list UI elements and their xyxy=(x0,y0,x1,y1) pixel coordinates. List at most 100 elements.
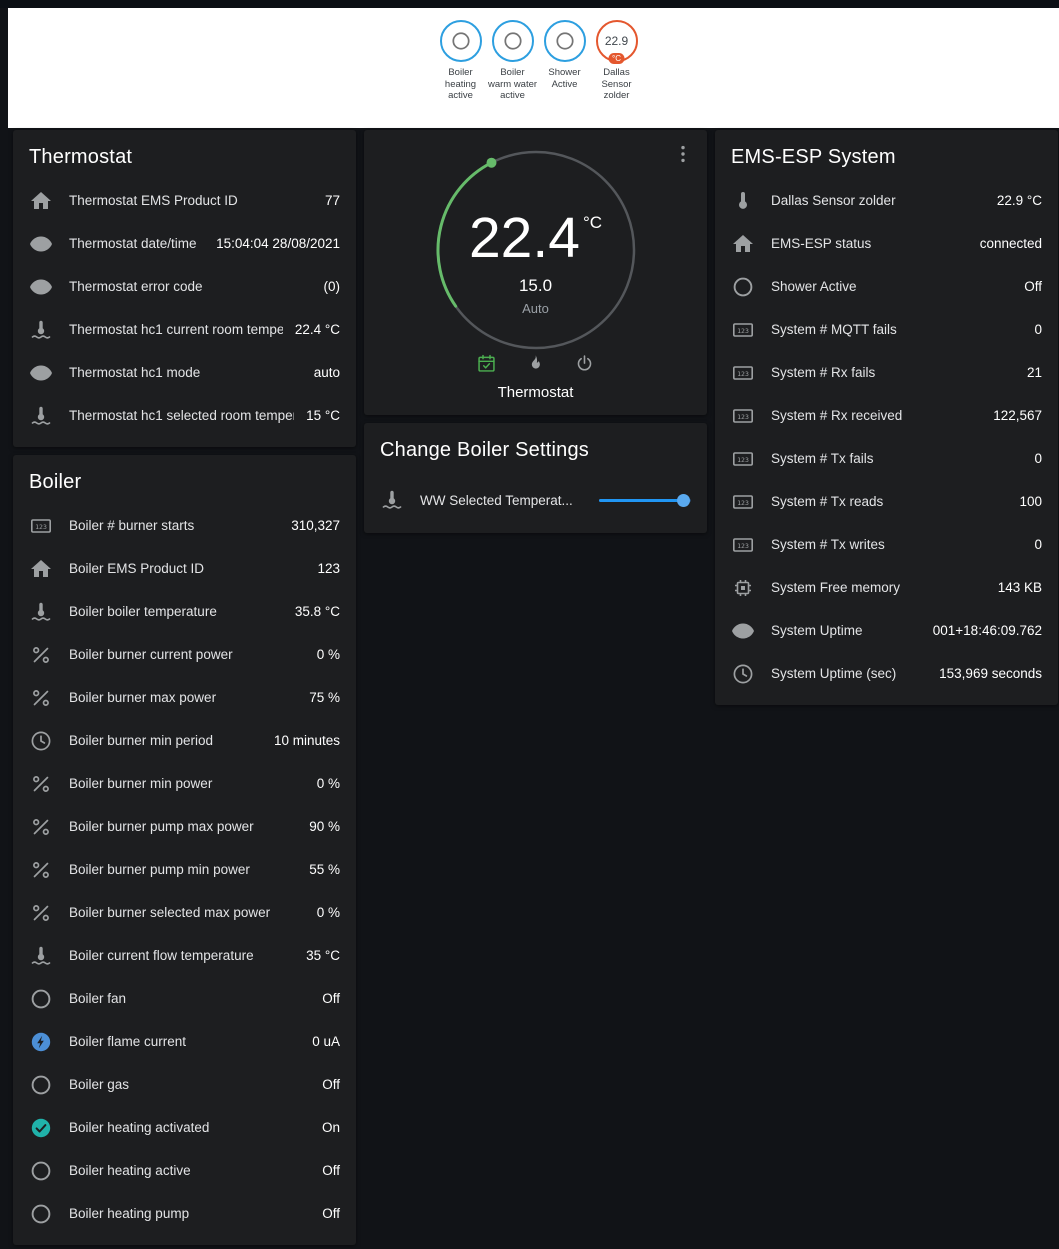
entity-row[interactable]: Shower ActiveOff xyxy=(715,265,1058,308)
entity-row[interactable]: Thermostat hc1 current room temper...22.… xyxy=(13,308,356,351)
entity-row[interactable]: Boiler EMS Product ID123 xyxy=(13,547,356,590)
badge-shower-active[interactable]: Shower Active xyxy=(540,20,590,128)
entity-row[interactable]: Thermostat hc1 selected room temper...15… xyxy=(13,394,356,437)
entity-row[interactable]: System Uptime001+18:46:09.762 xyxy=(715,609,1058,652)
entity-value: 15:04:04 28/08/2021 xyxy=(216,236,340,251)
entity-row[interactable]: Boiler gasOff xyxy=(13,1063,356,1106)
entity-value: Off xyxy=(322,1163,340,1178)
entity-row[interactable]: Boiler fanOff xyxy=(13,977,356,1020)
calendar-check-icon[interactable] xyxy=(476,353,497,374)
entity-value: 0 % xyxy=(317,647,340,662)
entity-row[interactable]: 123System # Rx received122,567 xyxy=(715,394,1058,437)
entity-label: System # Tx reads xyxy=(771,494,1007,509)
thermometer-water-icon xyxy=(29,944,53,968)
badge-dallas-sensor-zolder[interactable]: 22.9°CDallas Sensor zolder xyxy=(592,20,642,128)
entity-row[interactable]: System Uptime (sec) 153,969 seconds xyxy=(715,652,1058,695)
clock-icon xyxy=(731,662,755,686)
entity-row[interactable]: Boiler heating activatedOn xyxy=(13,1106,356,1149)
percent-icon xyxy=(29,686,53,710)
slider-fill xyxy=(599,499,684,502)
entity-label: Boiler fan xyxy=(69,991,310,1006)
top-strip xyxy=(0,0,1059,8)
entity-label: Boiler burner max power xyxy=(69,690,297,705)
ww-temperature-slider[interactable] xyxy=(599,493,691,507)
entity-label: EMS-ESP status xyxy=(771,236,968,251)
entity-rows: Dallas Sensor zolder22.9 °CEMS-ESP statu… xyxy=(715,179,1058,705)
percent-icon xyxy=(29,815,53,839)
entity-row[interactable]: Boiler heating pumpOff xyxy=(13,1192,356,1235)
circle-outline-icon xyxy=(554,30,576,52)
entity-row[interactable]: 123System # Tx writes0 xyxy=(715,523,1058,566)
entity-row[interactable]: 123System # Tx fails0 xyxy=(715,437,1058,480)
entity-value: 22.4 °C xyxy=(295,322,340,337)
entity-label: Boiler gas xyxy=(69,1077,310,1092)
entity-row[interactable]: System Free memory143 KB xyxy=(715,566,1058,609)
memory-icon xyxy=(731,576,755,600)
entity-value: 0 uA xyxy=(312,1034,340,1049)
entity-row[interactable]: Boiler burner pump min power55 % xyxy=(13,848,356,891)
entity-value: 123 xyxy=(317,561,340,576)
entity-label: Boiler heating pump xyxy=(69,1206,310,1221)
entity-row[interactable]: Dallas Sensor zolder22.9 °C xyxy=(715,179,1058,222)
entity-row[interactable]: 123System # Rx fails21 xyxy=(715,351,1058,394)
entity-row[interactable]: 123System # MQTT fails0 xyxy=(715,308,1058,351)
eye-icon xyxy=(29,232,53,256)
badge-boiler-warm-water-active[interactable]: Boiler warm water active xyxy=(488,20,538,128)
badge-row: Boiler heating activeBoiler warm water a… xyxy=(436,8,642,128)
entity-value: 122,567 xyxy=(993,408,1042,423)
slider-label: WW Selected Temperat... xyxy=(420,493,573,508)
entity-row[interactable]: Boiler heating active Off xyxy=(13,1149,356,1192)
entity-label: System # Tx writes xyxy=(771,537,1022,552)
entity-row[interactable]: Boiler burner min power0 % xyxy=(13,762,356,805)
entity-row[interactable]: Thermostat hc1 modeauto xyxy=(13,351,356,394)
entity-label: Boiler heating active xyxy=(69,1163,310,1178)
entity-row[interactable]: Boiler burner min period10 minutes xyxy=(13,719,356,762)
thermostat-entities-card: Thermostat Thermostat EMS Product ID77Th… xyxy=(13,130,356,447)
entity-rows: 123Boiler # burner starts310,327Boiler E… xyxy=(13,504,356,1245)
entity-label: Thermostat date/time xyxy=(69,236,204,251)
entity-row[interactable]: Boiler current flow temperature35 °C xyxy=(13,934,356,977)
entity-label: Boiler current flow temperature xyxy=(69,948,294,963)
entity-label: Boiler boiler temperature xyxy=(69,604,283,619)
percent-icon xyxy=(29,858,53,882)
entity-row[interactable]: 123Boiler # burner starts310,327 xyxy=(13,504,356,547)
home-icon xyxy=(29,189,53,213)
thermometer-water-icon xyxy=(29,318,53,342)
more-options-icon[interactable] xyxy=(671,142,695,166)
entity-value: 10 minutes xyxy=(274,733,340,748)
svg-text:123: 123 xyxy=(35,522,47,530)
entity-value: 21 xyxy=(1027,365,1042,380)
counter-icon: 123 xyxy=(29,514,53,538)
entity-row[interactable]: Boiler burner selected max power0 % xyxy=(13,891,356,934)
entity-label: Boiler burner current power xyxy=(69,647,305,662)
entity-row[interactable]: Boiler boiler temperature35.8 °C xyxy=(13,590,356,633)
entity-label: System Uptime (sec) xyxy=(771,666,927,681)
circle-outline-icon xyxy=(450,30,472,52)
entity-value: 55 % xyxy=(309,862,340,877)
circle-outline-icon xyxy=(731,275,755,299)
entity-value: 153,969 seconds xyxy=(939,666,1042,681)
thermostat-dial[interactable]: 22.4 °C 15.0 Auto xyxy=(430,144,642,356)
fire-icon[interactable] xyxy=(525,353,546,374)
entity-row[interactable]: Boiler burner current power 0 % xyxy=(13,633,356,676)
entity-value: 0 xyxy=(1034,451,1042,466)
entity-label: Boiler burner pump max power xyxy=(69,819,297,834)
home-icon xyxy=(29,557,53,581)
power-icon[interactable] xyxy=(574,353,595,374)
entity-row[interactable]: EMS-ESP statusconnected xyxy=(715,222,1058,265)
entity-value: 143 KB xyxy=(998,580,1042,595)
entity-row[interactable]: Thermostat date/time 15:04:04 28/08/2021 xyxy=(13,222,356,265)
entity-row[interactable]: Boiler burner pump max power 90 % xyxy=(13,805,356,848)
entity-row[interactable]: 123System # Tx reads100 xyxy=(715,480,1058,523)
entity-value: 15 °C xyxy=(306,408,340,423)
badge-unit: °C xyxy=(608,53,625,64)
entity-row[interactable]: Boiler flame current 0 uA xyxy=(13,1020,356,1063)
slider-knob[interactable] xyxy=(677,494,690,507)
entity-row[interactable]: Thermostat EMS Product ID77 xyxy=(13,179,356,222)
hvac-mode-label: Auto xyxy=(522,301,549,316)
entity-label: Boiler flame current xyxy=(69,1034,300,1049)
entity-row[interactable]: Thermostat error code(0) xyxy=(13,265,356,308)
entity-row[interactable]: Boiler burner max power75 % xyxy=(13,676,356,719)
entity-value: 90 % xyxy=(309,819,340,834)
badge-boiler-heating-active[interactable]: Boiler heating active xyxy=(436,20,486,128)
